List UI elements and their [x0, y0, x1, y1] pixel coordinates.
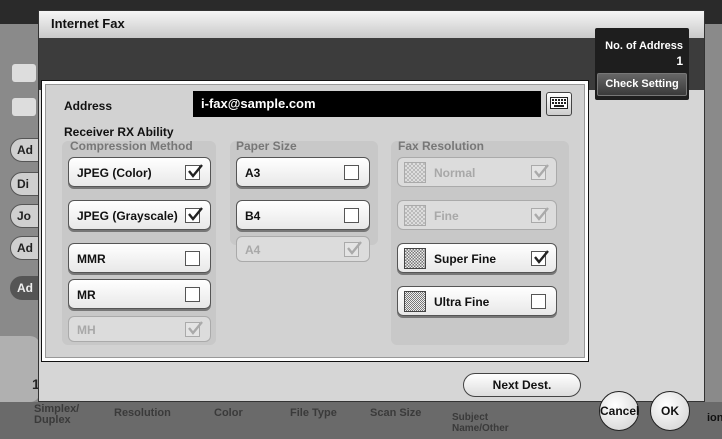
internet-fax-dialog: Internet Fax No. of Address 1 Check Sett… [38, 10, 705, 402]
resolution-fine-icon [404, 205, 426, 226]
background-tab: Subject Name/Other [452, 412, 509, 434]
background-tab: Simplex/ Duplex [34, 403, 80, 426]
option-a4: A4 [236, 236, 370, 262]
option-label: B4 [245, 209, 261, 223]
checkbox-checked-icon [185, 207, 203, 223]
cancel-button[interactable]: Cancel [599, 391, 639, 431]
background-right-panel [705, 24, 722, 404]
background-side-button: Ad [10, 276, 40, 300]
background-device-icon [12, 64, 36, 82]
option-label: MR [77, 288, 96, 302]
fax-settings-panel: Address i-fax@sample.com Receiver RX Abi… [41, 80, 589, 362]
option-b4[interactable]: B4 [236, 200, 370, 230]
checkbox-unchecked-icon [185, 287, 200, 302]
background-tab: File Type [290, 407, 337, 419]
checkbox-unchecked-icon [185, 251, 200, 266]
option-label: MMR [77, 252, 106, 266]
option-label: JPEG (Color) [77, 166, 152, 180]
compression-method-title: Compression Method [70, 139, 193, 153]
background-tab: Resolution [114, 407, 171, 419]
background-side-button: Jo [10, 204, 40, 228]
option-label: Fine [434, 209, 459, 223]
option-super-fine[interactable]: Super Fine [397, 243, 557, 273]
checkbox-unchecked-icon [344, 165, 359, 180]
option-label: JPEG (Grayscale) [77, 209, 178, 223]
address-field[interactable]: i-fax@sample.com [193, 91, 541, 117]
resolution-super-fine-icon [404, 248, 426, 269]
option-ultra-fine[interactable]: Ultra Fine [397, 286, 557, 316]
resolution-ultra-fine-icon [404, 291, 426, 312]
option-label: Ultra Fine [434, 295, 490, 309]
next-destination-button[interactable]: Next Dest. [463, 373, 581, 397]
checkbox-checked-icon [531, 250, 549, 266]
background-tab-partial: ion [707, 412, 722, 424]
background-tab: Scan Size [370, 407, 422, 419]
background-side-button: Ad [10, 138, 40, 162]
background-count: 1 [0, 336, 40, 402]
fax-settings-inner: Address i-fax@sample.com Receiver RX Abi… [45, 84, 585, 358]
option-fine: Fine [397, 200, 557, 230]
paper-size-title: Paper Size [236, 139, 297, 153]
option-mmr[interactable]: MMR [68, 243, 211, 273]
checkbox-checked-icon [185, 321, 203, 337]
background-side-button: Ad [10, 236, 40, 260]
option-label: Normal [434, 166, 476, 180]
option-label: MH [77, 323, 96, 337]
checkbox-unchecked-icon [344, 208, 359, 223]
background-tab: Color [214, 407, 243, 419]
address-count-label: No. of Address [605, 40, 683, 52]
option-mr[interactable]: MR [68, 279, 211, 309]
option-jpeg-grayscale[interactable]: JPEG (Grayscale) [68, 200, 211, 230]
address-label: Address [64, 99, 113, 113]
background-side-button: Di [10, 172, 40, 196]
option-normal: Normal [397, 157, 557, 187]
dialog-title: Internet Fax [51, 16, 125, 31]
background-mail-icon [12, 98, 36, 116]
receiver-rx-ability-label: Receiver RX Ability [64, 125, 174, 139]
checkbox-unchecked-icon [531, 294, 546, 309]
option-label: A4 [245, 243, 261, 257]
option-jpeg-color[interactable]: JPEG (Color) [68, 157, 211, 187]
option-a3[interactable]: A3 [236, 157, 370, 187]
fax-resolution-title: Fax Resolution [398, 139, 485, 153]
keyboard-icon [550, 97, 568, 109]
keyboard-button[interactable] [546, 92, 572, 116]
resolution-normal-icon [404, 162, 426, 183]
option-mh: MH [68, 316, 211, 342]
option-label: Super Fine [434, 252, 497, 266]
checkbox-checked-icon [185, 164, 203, 180]
option-label: A3 [245, 166, 261, 180]
address-count-value: 1 [676, 54, 683, 68]
ok-button[interactable]: OK [650, 391, 690, 431]
checkbox-checked-icon [344, 241, 362, 257]
check-setting-button[interactable]: Check Setting [597, 73, 687, 96]
checkbox-checked-icon [531, 164, 549, 180]
checkbox-checked-icon [531, 207, 549, 223]
